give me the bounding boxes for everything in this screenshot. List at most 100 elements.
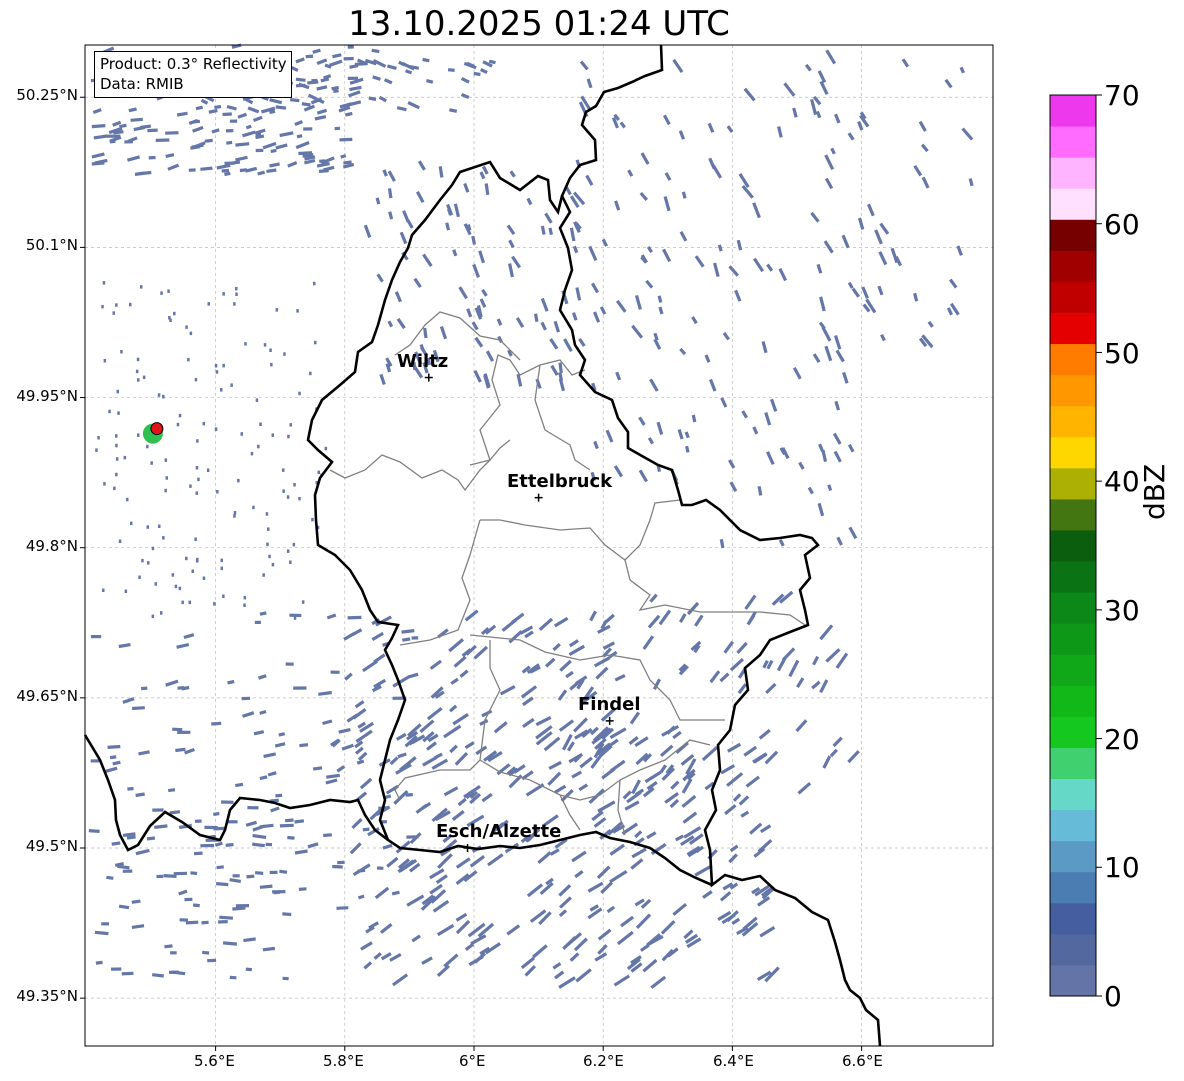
echo-streak (404, 69, 413, 75)
echo-streak (312, 48, 321, 54)
echo-streak (192, 903, 200, 908)
echo-streak (175, 747, 186, 753)
echo-streak (422, 57, 430, 63)
lat-label-49-8: 49.8°N (25, 537, 78, 555)
echo-streak (452, 249, 458, 257)
echo-streak (128, 107, 137, 113)
echo-streak (691, 414, 697, 423)
echo-dot (115, 443, 118, 448)
echo-dot (202, 421, 205, 426)
echo-streak (339, 137, 353, 142)
echo-dot (213, 602, 216, 606)
echo-streak (94, 930, 109, 936)
echo-streak (91, 161, 105, 166)
echo-dot (141, 558, 144, 563)
echo-dot (252, 505, 255, 510)
colorbar-tick-40: 40 (1104, 465, 1140, 498)
echo-dot (178, 413, 182, 418)
lon-label-6-4: 6.4°E (713, 1052, 754, 1070)
echo-streak (388, 211, 394, 220)
city-label-esch: Esch/Alzette (436, 821, 562, 842)
echo-streak (548, 227, 553, 236)
echo-streak (270, 148, 277, 153)
echo-streak (185, 920, 199, 925)
echo-streak (296, 134, 303, 139)
echo-streak (127, 786, 134, 791)
echo-streak (290, 98, 300, 103)
echo-dot (118, 539, 122, 543)
echo-dot (135, 369, 139, 374)
colorbar-segment (1050, 374, 1096, 407)
echo-streak (147, 128, 158, 133)
echo-dot (97, 436, 100, 440)
echo-streak (287, 835, 295, 840)
echo-streak (225, 842, 234, 847)
echo-streak (267, 771, 277, 777)
echo-streak (316, 85, 328, 91)
echo-streak (312, 766, 323, 771)
colorbar-segment (1050, 467, 1096, 500)
echo-streak (534, 313, 539, 323)
echo-streak (215, 882, 229, 887)
echo-streak (757, 486, 763, 496)
radar-map[interactable] (0, 0, 1184, 1081)
echo-dot (286, 549, 290, 553)
echo-streak (251, 842, 266, 848)
echo-streak (391, 890, 400, 896)
echo-dot (220, 558, 223, 563)
colorbar-segment (1050, 592, 1096, 624)
echo-streak (349, 64, 359, 69)
echo-dot (250, 451, 254, 456)
echo-streak (113, 130, 124, 135)
echo-streak (171, 970, 186, 976)
echo-streak (190, 144, 201, 150)
echo-dot (154, 582, 157, 586)
city-label-findel: Findel (578, 694, 641, 715)
echo-dot (235, 292, 238, 296)
map-background (85, 45, 993, 1046)
echo-streak (232, 906, 246, 911)
colorbar-segment (1050, 126, 1096, 158)
colorbar-segment (1050, 188, 1096, 220)
echo-streak (295, 77, 306, 82)
echo-streak (211, 721, 222, 726)
echo-dot (222, 594, 225, 598)
lon-label-6: 6°E (459, 1052, 486, 1070)
echo-dot (317, 470, 320, 475)
echo-dot (113, 486, 116, 491)
echo-streak (122, 832, 136, 837)
echo-streak (131, 899, 141, 904)
echo-streak (357, 868, 366, 873)
echo-dot (269, 348, 272, 352)
echo-streak (169, 810, 181, 815)
echo-dot (195, 466, 199, 470)
echo-streak (681, 191, 687, 199)
echo-dot (112, 311, 115, 315)
echo-dot (265, 512, 269, 516)
echo-streak (340, 154, 347, 159)
colorbar-segment (1050, 840, 1096, 873)
colorbar-segment (1050, 964, 1096, 997)
colorbar-segment (1050, 809, 1096, 842)
echo-dot (115, 303, 118, 307)
echo-dot (194, 537, 197, 541)
echo-streak (299, 743, 309, 748)
echo-streak (235, 782, 244, 788)
echo-streak (484, 183, 490, 196)
echo-streak (473, 71, 481, 77)
echo-streak (269, 162, 280, 168)
echo-dot (164, 488, 167, 493)
echo-dot (222, 292, 225, 296)
echo-streak (275, 105, 287, 110)
echo-streak (375, 197, 381, 205)
echo-streak (257, 170, 266, 176)
echo-dot (282, 489, 285, 493)
echo-streak (216, 865, 224, 870)
echo-dot (263, 343, 267, 347)
echo-streak (282, 912, 292, 917)
echo-dot (160, 611, 163, 615)
echo-dot (189, 484, 192, 488)
echo-dot (195, 491, 198, 495)
echo-streak (362, 827, 370, 832)
echo-streak (112, 760, 121, 766)
